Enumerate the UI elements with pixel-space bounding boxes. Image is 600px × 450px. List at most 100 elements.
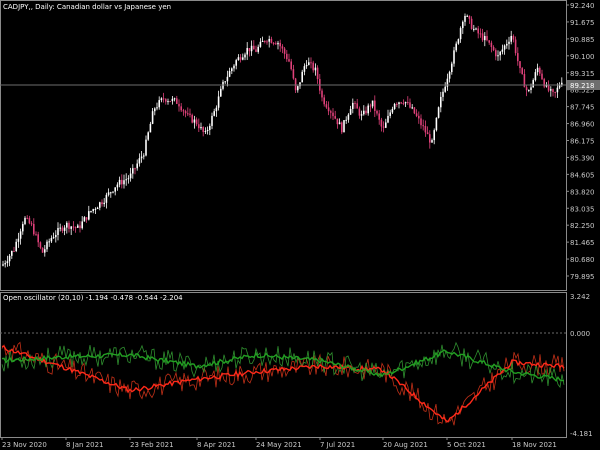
candle-body [28, 217, 31, 224]
candle-body [338, 122, 341, 125]
trading-chart[interactable]: CADJPY,, Daily: Canadian dollar vs Japan… [0, 0, 600, 450]
indicator-panel[interactable]: Open oscillator (20,10) -1.194 -0.478 -0… [0, 292, 593, 439]
candle-body [253, 45, 255, 50]
candle-body [30, 223, 33, 225]
candle-body [132, 168, 134, 174]
candle-body [336, 118, 339, 125]
oscillator-lines [1, 341, 565, 426]
indicator-panel-frame [0, 292, 567, 438]
candle-body [246, 48, 248, 55]
candle-body [539, 67, 541, 74]
candle-body [48, 241, 50, 243]
candle-body [484, 36, 486, 41]
candle-body [376, 110, 378, 114]
candle-body [70, 226, 72, 229]
candle-body [116, 184, 119, 188]
candle-body [554, 91, 556, 93]
candle-body [455, 43, 457, 51]
candle-body [123, 180, 125, 185]
candle-body [94, 209, 97, 211]
candle-body [154, 108, 156, 112]
candle-body [22, 224, 24, 232]
price-tick: 82.250 [570, 222, 595, 230]
candle-body [547, 84, 550, 91]
candle-body [499, 51, 501, 56]
candle-body [514, 39, 517, 54]
candle-body [391, 108, 394, 113]
candle-body [85, 217, 88, 220]
time-label: 5 Oct 2021 [447, 441, 486, 449]
time-axis: 23 Nov 2020 8 Jan 2021 23 Feb 2021 8 Apr 20… [1, 437, 557, 449]
candle-body [226, 76, 229, 82]
candle-body [279, 42, 281, 47]
candle-body [44, 249, 46, 253]
price-tick: 92.240 [570, 2, 595, 10]
candle-body [74, 227, 77, 229]
candle-body [470, 18, 473, 29]
time-label: 23 Nov 2020 [2, 441, 47, 449]
candle-body [426, 132, 429, 135]
candle-body [270, 38, 273, 43]
candle-body [334, 116, 336, 119]
candle-body [407, 102, 409, 104]
time-label: 18 Nov 2021 [512, 441, 557, 449]
candle-body [202, 127, 204, 132]
candle-body [79, 225, 81, 229]
candle-body [244, 54, 246, 58]
time-label: 23 Feb 2021 [130, 441, 174, 449]
candle-body [81, 221, 83, 229]
indicator-tick-zero: 0.000 [570, 330, 590, 338]
candle-body [396, 103, 398, 105]
candle-body [283, 48, 286, 54]
candle-body [134, 168, 136, 170]
candle-body [435, 117, 438, 131]
candle-body [90, 211, 92, 213]
candle-body [558, 85, 561, 88]
candle-body [165, 99, 167, 102]
candle-body [198, 124, 200, 129]
time-label: 7 Jul 2021 [320, 441, 355, 449]
candle-body [143, 155, 145, 157]
candle-body [77, 225, 79, 228]
candle-body [488, 40, 490, 43]
candle-body [503, 45, 506, 50]
candle-body [521, 68, 523, 75]
current-price-tag: 89.218 [567, 80, 600, 90]
candle-body [275, 43, 277, 45]
candle-body [101, 202, 103, 205]
candle-body [6, 261, 9, 264]
candle-body [182, 110, 185, 112]
price-tick: 86.960 [570, 121, 595, 129]
candle-body [330, 111, 332, 113]
candle-body [213, 111, 215, 116]
candle-body [369, 105, 372, 107]
candle-body [217, 96, 220, 108]
candle-body [277, 42, 279, 45]
candle-body [512, 35, 515, 40]
candle-body [68, 222, 70, 229]
price-tick: 84.605 [570, 171, 595, 179]
candle-body [446, 78, 449, 87]
candle-body [349, 108, 352, 115]
chart-title: CADJPY,, Daily: Canadian dollar vs Japan… [3, 3, 171, 11]
price-panel[interactable]: CADJPY,, Daily: Canadian dollar vs Japan… [0, 0, 600, 291]
candle-body [308, 62, 310, 65]
candle-body [257, 46, 259, 52]
candle-body [380, 119, 383, 127]
candle-body [495, 50, 497, 57]
candle-body [125, 179, 127, 181]
candle-body [57, 227, 59, 235]
candle-body [140, 156, 143, 159]
candle-body [167, 101, 169, 103]
candle-body [536, 67, 539, 73]
time-label: 20 Aug 2021 [383, 441, 428, 449]
price-tick: 83.820 [570, 188, 595, 196]
candle-body [385, 122, 387, 128]
candle-body [332, 112, 334, 117]
candle-body [444, 86, 446, 92]
candle-body [63, 227, 66, 231]
price-tick: 79.895 [570, 273, 595, 281]
candle-body [2, 264, 4, 266]
candle-body [8, 255, 11, 262]
candle-body [129, 173, 132, 179]
